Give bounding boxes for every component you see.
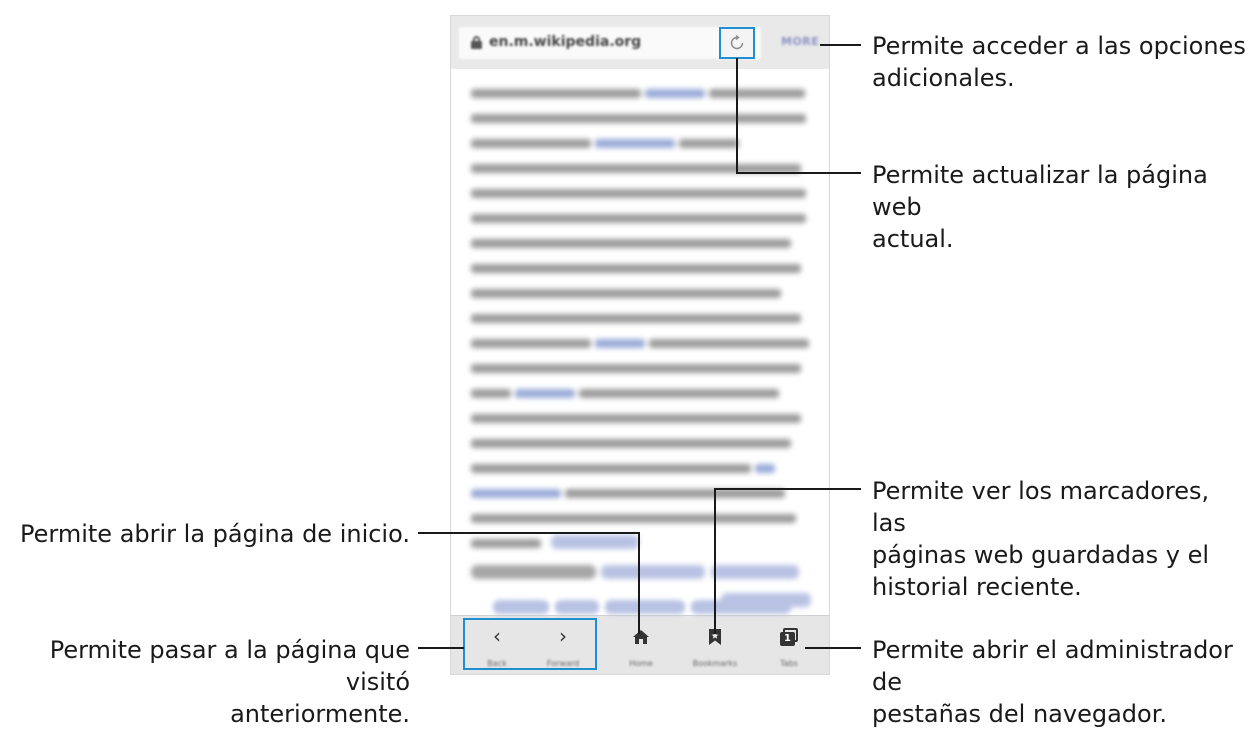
tabs-button[interactable]: 1 Tabs (757, 616, 821, 674)
leader-line-refresh-h (736, 172, 861, 174)
callout-refresh-line-2: actual. (872, 225, 954, 253)
forward-label: Forward (546, 659, 580, 668)
home-button[interactable]: Home (609, 616, 673, 674)
callout-more: Permite acceder a las opciones adicional… (872, 30, 1247, 94)
leader-line-home-h (418, 532, 640, 534)
callout-bookmarks: Permite ver los marcadores, las páginas … (872, 475, 1247, 603)
url-field[interactable]: en.m.wikipedia.org (459, 27, 761, 59)
forward-button[interactable]: › Forward (531, 616, 595, 674)
callout-back: Permite pasar a la página que visitó ant… (2, 634, 410, 730)
tabs-icon: 1 (780, 628, 798, 646)
home-label: Home (629, 659, 653, 668)
leader-line-more (820, 44, 861, 46)
callout-back-line-2: anteriormente. (230, 700, 410, 728)
back-button[interactable]: ‹ Back (465, 616, 529, 674)
back-label: Back (487, 659, 507, 668)
home-icon (633, 630, 649, 644)
callout-tabs-line-2: pestañas del navegador. (872, 700, 1168, 728)
leader-line-home-v (638, 532, 640, 634)
callout-tabs-line-1: Permite abrir el administrador de (872, 636, 1233, 696)
lock-icon (471, 36, 482, 49)
bookmarks-label: Bookmarks (692, 659, 738, 668)
leader-line-back (418, 647, 464, 649)
leader-line-refresh-v (736, 58, 738, 174)
callout-more-line-1: Permite acceder a las opciones (872, 32, 1246, 60)
callout-home: Permite abrir la página de inicio. (2, 518, 410, 550)
browser-screen: en.m.wikipedia.org MORE ‹ Back › Forward… (450, 15, 830, 675)
tabs-label: Tabs (780, 659, 798, 668)
page-content (451, 69, 829, 609)
bottom-toolbar: ‹ Back › Forward Home Bookmarks 1 Tabs (451, 600, 829, 674)
callout-bookmarks-line-1: Permite ver los marcadores, las (872, 477, 1210, 537)
callout-more-line-2: adicionales. (872, 64, 1015, 92)
callout-back-line-1: Permite pasar a la página que visitó (49, 636, 410, 696)
callout-refresh-line-1: Permite actualizar la página web (872, 161, 1208, 221)
address-bar: en.m.wikipedia.org MORE (451, 16, 829, 69)
leader-line-bookmarks-h (714, 488, 861, 490)
callout-bookmarks-line-3: historial reciente. (872, 573, 1082, 601)
callout-refresh: Permite actualizar la página web actual. (872, 159, 1247, 255)
leader-line-bookmarks-v (714, 488, 716, 634)
back-arrow-icon: ‹ (493, 624, 501, 648)
callout-home-line-1: Permite abrir la página de inicio. (20, 520, 410, 548)
url-text: en.m.wikipedia.org (489, 34, 642, 50)
forward-arrow-icon: › (559, 624, 567, 648)
refresh-button[interactable] (719, 27, 755, 59)
callout-bookmarks-line-2: páginas web guardadas y el (872, 541, 1210, 569)
refresh-icon (730, 34, 744, 50)
tabs-count: 1 (780, 632, 795, 646)
more-button[interactable]: MORE (781, 35, 819, 48)
callout-tabs: Permite abrir el administrador de pestañ… (872, 634, 1247, 730)
leader-line-tabs (805, 647, 861, 649)
